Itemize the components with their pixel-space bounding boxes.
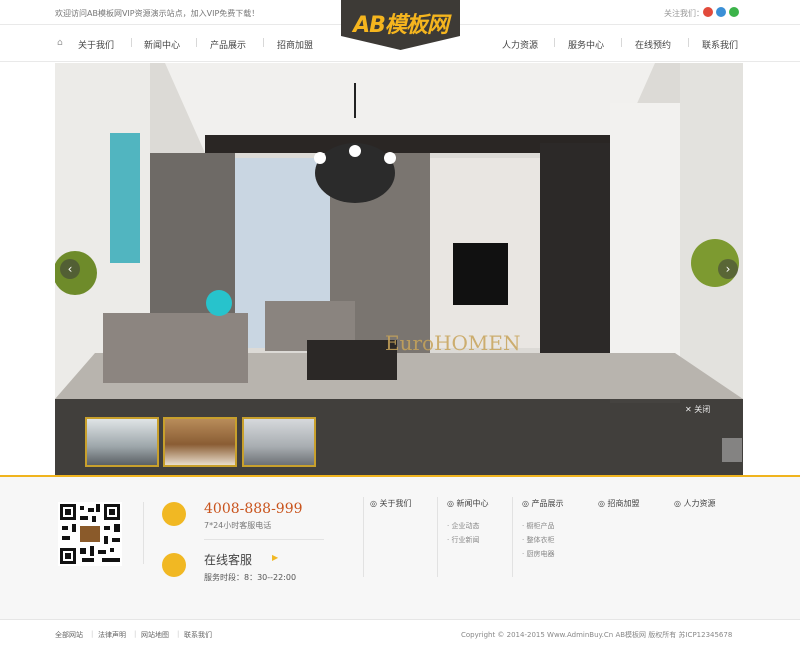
link-divider: | bbox=[134, 630, 137, 638]
footer-divider bbox=[363, 497, 364, 577]
footer-sublink[interactable]: · 橱柜产品 bbox=[522, 521, 554, 531]
close-thumbs-button[interactable]: ✕ 关闭 bbox=[685, 404, 710, 415]
link-divider: | bbox=[91, 630, 94, 638]
footer-sublink[interactable]: · 企业动态 bbox=[447, 521, 479, 531]
nav-divider: | bbox=[620, 38, 624, 48]
qq-icon bbox=[162, 553, 186, 577]
wechat-icon[interactable] bbox=[729, 7, 739, 17]
footer-divider bbox=[143, 502, 144, 564]
hero-slider: EuroHOMEN ‹ › ✕ 关闭 bbox=[55, 63, 743, 475]
nav-hr[interactable]: 人力资源 bbox=[502, 38, 538, 51]
footer-link-franchise[interactable]: ◎ 招商加盟 bbox=[598, 498, 640, 509]
link-divider: | bbox=[177, 630, 180, 638]
nav-products[interactable]: 产品展示 bbox=[210, 38, 246, 51]
next-slide-button[interactable]: › bbox=[718, 259, 738, 279]
qr-code bbox=[58, 502, 122, 566]
nav-divider: | bbox=[553, 38, 557, 48]
nav-about[interactable]: 关于我们 bbox=[78, 38, 114, 51]
nav-divider: | bbox=[130, 38, 134, 48]
phone-icon bbox=[162, 502, 186, 526]
footer-link-about[interactable]: ◎ 关于我们 bbox=[370, 498, 412, 509]
footer-sublink[interactable]: · 行业新闻 bbox=[447, 535, 479, 545]
nav-divider: | bbox=[195, 38, 199, 48]
nav-contact[interactable]: 联系我们 bbox=[702, 38, 738, 51]
logo-text: AB模板网 bbox=[353, 13, 449, 38]
watermark-text: EuroHOMEN bbox=[385, 331, 521, 355]
online-service-link[interactable]: 在线客服 bbox=[204, 551, 252, 568]
nav-franchise[interactable]: 招商加盟 bbox=[277, 38, 313, 51]
bottom-bar: 全部网站 | 法律声明 | 网站地图 | 联系我们 Copyright © 20… bbox=[0, 619, 800, 657]
nav-booking[interactable]: 在线预约 bbox=[635, 38, 671, 51]
footer-sublink[interactable]: · 厨房电器 bbox=[522, 549, 554, 559]
side-tab[interactable] bbox=[722, 438, 742, 462]
footer-link-products[interactable]: ◎ 产品展示 bbox=[522, 498, 564, 509]
nav-news[interactable]: 新闻中心 bbox=[144, 38, 180, 51]
arrow-right-icon: ▶ bbox=[272, 553, 279, 562]
nav-service[interactable]: 服务中心 bbox=[568, 38, 604, 51]
follow-us-label: 关注我们： bbox=[664, 9, 704, 18]
thumbnail-strip: ✕ 关闭 bbox=[55, 399, 743, 475]
weibo-icon[interactable] bbox=[703, 7, 713, 17]
copyright-text: Copyright © 2014-2015 Www.AdminBuy.Cn AB… bbox=[461, 631, 733, 639]
footer-link-hr[interactable]: ◎ 人力资源 bbox=[674, 498, 716, 509]
footer-sublink[interactable]: · 整体衣柜 bbox=[522, 535, 554, 545]
hotline-caption: 7*24小时客服电话 bbox=[204, 521, 272, 530]
bottom-link-all-sites[interactable]: 全部网站 bbox=[55, 630, 83, 640]
thumbnail-1[interactable] bbox=[85, 417, 159, 467]
footer-divider bbox=[512, 497, 513, 577]
welcome-text: 欢迎访问AB模板网VIP资源演示站点，加入VIP免费下载！ bbox=[55, 9, 260, 18]
footer-link-news[interactable]: ◎ 新闻中心 bbox=[447, 498, 489, 509]
bottom-link-legal[interactable]: 法律声明 bbox=[98, 630, 126, 640]
tencent-icon[interactable] bbox=[716, 7, 726, 17]
nav-divider: | bbox=[687, 38, 691, 48]
bottom-link-contact[interactable]: 联系我们 bbox=[184, 630, 212, 640]
thumbnail-2[interactable] bbox=[163, 417, 237, 467]
footer-divider bbox=[204, 539, 324, 540]
nav-divider: | bbox=[262, 38, 266, 48]
bottom-link-sitemap[interactable]: 网站地图 bbox=[141, 630, 169, 640]
thumbnail-3[interactable] bbox=[242, 417, 316, 467]
footer-divider bbox=[437, 497, 438, 577]
hotline-number: 4008-888-999 bbox=[204, 501, 303, 517]
service-hours: 服务时段：8：30--22:00 bbox=[204, 573, 297, 582]
home-icon[interactable]: ⌂ bbox=[57, 38, 63, 48]
footer: 4008-888-999 7*24小时客服电话 在线客服 ▶ 服务时段：8：30… bbox=[0, 477, 800, 619]
prev-slide-button[interactable]: ‹ bbox=[60, 259, 80, 279]
